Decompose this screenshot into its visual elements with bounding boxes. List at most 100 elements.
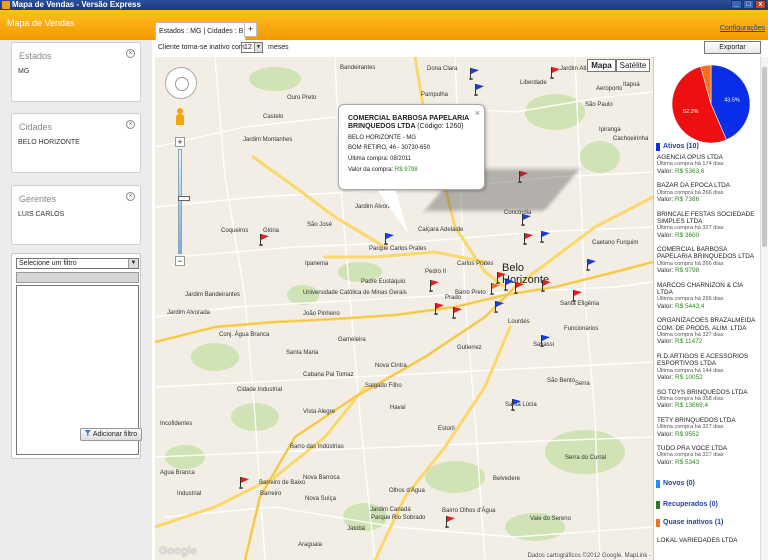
client-list-item[interactable]: R.D.ARTIGOS E ACESSORIOS ESPORTIVOS LTDA Ú…: [657, 353, 757, 381]
client-value-amount: R$ 11472: [675, 338, 703, 346]
client-pin-icon[interactable]: [523, 233, 534, 245]
map-place-label: Olhos d'Água: [389, 488, 425, 494]
client-value-amount: R$ 3600: [675, 231, 700, 239]
add-filter-button[interactable]: Adicionar filtro: [80, 428, 142, 441]
export-button[interactable]: Exportar: [704, 41, 761, 54]
scrollbar-thumb[interactable]: [762, 67, 767, 247]
client-list-item[interactable]: MARCOS CHARNIZON & CIA LTDA Última compra …: [657, 282, 757, 310]
remove-filter-icon[interactable]: ×: [126, 49, 135, 58]
client-pin-icon[interactable]: [586, 259, 597, 271]
map-place-label: Araguaia: [298, 542, 323, 548]
tab-active-filter[interactable]: Estados : MG | Cidades : B...: [155, 22, 246, 40]
map-type-satellite-button[interactable]: Satélite: [616, 59, 650, 72]
options-toolbar: Cliente torna-se inativo com 12 ▼ meses: [152, 40, 768, 57]
map-place-label: Nova Cintra: [375, 363, 407, 369]
client-value: Valor: R$ 5343: [657, 459, 757, 466]
inactive-months-select[interactable]: 12 ▼: [241, 42, 263, 53]
inactive-label: Cliente torna-se inativo com: [158, 44, 245, 51]
map-place-label: Gameleira: [338, 337, 366, 343]
client-pin-icon[interactable]: [521, 214, 532, 226]
legend-swatch: [656, 479, 660, 488]
window-title: Mapa de Vendas - Versão Express: [12, 0, 141, 9]
client-pin-icon[interactable]: [541, 280, 552, 292]
zoom-in-button[interactable]: +: [175, 137, 185, 147]
client-pin-icon[interactable]: [259, 234, 270, 246]
add-tab-button[interactable]: +: [244, 22, 257, 37]
client-value-label: Valor:: [657, 267, 675, 275]
client-pin-icon[interactable]: [511, 399, 522, 411]
client-list-item[interactable]: BRINCALE FESTAS SOCIEDADE SIMPLES LTDA Últ…: [657, 211, 757, 239]
remove-filter-icon[interactable]: ×: [126, 120, 135, 129]
map-place-label: São Paulo: [585, 102, 613, 108]
map-view[interactable]: Bandeirantes Dona Clara Jardim Atlântico It…: [155, 57, 653, 560]
zoom-control: + −: [175, 137, 190, 267]
client-pin-icon[interactable]: [490, 283, 501, 295]
client-list-item[interactable]: LOKAL VARIEDADES LTDA: [657, 537, 757, 544]
map-place-label: Pampulha: [421, 92, 449, 98]
map-place-label: Belvedere: [493, 476, 521, 482]
zoom-slider-handle[interactable]: [178, 196, 190, 201]
maximize-button[interactable]: □: [743, 0, 754, 9]
client-pin-icon[interactable]: [572, 290, 583, 302]
filter-search-input[interactable]: [16, 272, 139, 283]
legend-label: Quase inativos (1): [663, 518, 724, 526]
info-purchase-value-amount: R$ 9798: [394, 167, 418, 173]
client-value-label: Valor:: [657, 231, 675, 239]
map-place-label: Ouro Preto: [287, 95, 317, 101]
map-place-label: Lourdes: [508, 319, 530, 325]
client-pin-icon[interactable]: [474, 84, 485, 96]
client-list-item[interactable]: TUDO PRA VOCE LTDA Última compra há 327 d…: [657, 445, 757, 466]
remove-filter-icon[interactable]: ×: [126, 192, 135, 201]
client-pin-icon[interactable]: [239, 477, 250, 489]
client-pin-icon[interactable]: [429, 280, 440, 292]
map-place-label: Prado: [445, 295, 462, 301]
client-pin-icon[interactable]: [469, 68, 480, 80]
map-place-label: Ipanema: [305, 261, 329, 267]
map-place-label: Barreiro de Baixo: [259, 480, 306, 486]
months-unit-label: meses: [268, 44, 289, 51]
client-name: R.D.ARTIGOS E ACESSORIOS: [657, 353, 749, 360]
info-client-city: BELO HORIZONTE - MG: [348, 135, 417, 141]
client-pin-icon[interactable]: [540, 335, 551, 347]
client-pin-icon[interactable]: [445, 516, 456, 528]
client-name: ESPORTIVOS LTDA: [657, 360, 717, 368]
map-place-label: Conj. Água Branca: [219, 332, 270, 338]
client-list-item[interactable]: TETY BRINQUEDOS LTDA Última compra há 327…: [657, 417, 757, 438]
filter-title: Cidades: [19, 122, 53, 132]
zoom-slider-track[interactable]: [178, 149, 190, 254]
close-window-button[interactable]: x: [755, 0, 766, 9]
client-value: Valor: R$ 5443,4: [657, 303, 757, 310]
client-pin-icon[interactable]: [494, 301, 505, 313]
client-name: PAPELARIA BRINQUEDOS LTDA: [657, 253, 755, 261]
panel-scrollbar[interactable]: [760, 57, 768, 560]
pan-control[interactable]: [165, 67, 197, 99]
client-pin-icon[interactable]: [540, 231, 551, 243]
map-place-label: Cidade Industrial: [237, 387, 283, 393]
zoom-out-button[interactable]: −: [175, 256, 185, 266]
client-pin-icon[interactable]: [434, 303, 445, 315]
street-view-pegman-icon[interactable]: [174, 108, 186, 125]
map-place-label: Jardim Canadá: [370, 507, 411, 513]
client-list-item[interactable]: BAZAR DA EPOCA LTDA Última compra há 266 …: [657, 182, 757, 203]
minimize-button[interactable]: _: [731, 0, 742, 9]
client-value-label: Valor:: [657, 458, 675, 466]
client-value: Valor: R$ 9552: [657, 431, 757, 438]
client-pin-icon[interactable]: [384, 233, 395, 245]
info-client-address: BOM RETIRO, 46 - 30730-650: [348, 145, 431, 151]
client-list-item[interactable]: AGENCIA OPUS LTDA Última compra há 174 di…: [657, 154, 757, 175]
client-pin-icon[interactable]: [550, 67, 561, 79]
filter-type-select[interactable]: Selecione um filtro ▼: [16, 258, 139, 269]
client-pin-icon[interactable]: [514, 282, 525, 294]
client-pin-icon[interactable]: [452, 307, 463, 319]
client-pin-icon[interactable]: [504, 279, 515, 291]
tab-bar: Estados : MG | Cidades : B... +: [152, 20, 768, 40]
chevron-down-icon[interactable]: ▼: [128, 259, 138, 268]
map-place-label: Bandeirantes: [340, 65, 376, 71]
client-list-item[interactable]: COMERCIAL BARBOSA PAPELARIA BRINQUEDOS LT…: [657, 246, 757, 274]
client-list-item[interactable]: SO TOYS BRINQUEDOS LTDA Última compra há …: [657, 389, 757, 410]
client-list-item[interactable]: ORGANIZACOES BRAZALMEIDA COM. DE PRODS. A…: [657, 317, 757, 345]
map-type-map-button[interactable]: Mapa: [587, 59, 616, 72]
client-info-window: × COMERCIAL BARBOSA PAPELARIA BRINQUEDOS…: [338, 104, 485, 233]
map-place-label: Barreiro: [260, 491, 282, 497]
chevron-down-icon[interactable]: ▼: [254, 43, 262, 52]
